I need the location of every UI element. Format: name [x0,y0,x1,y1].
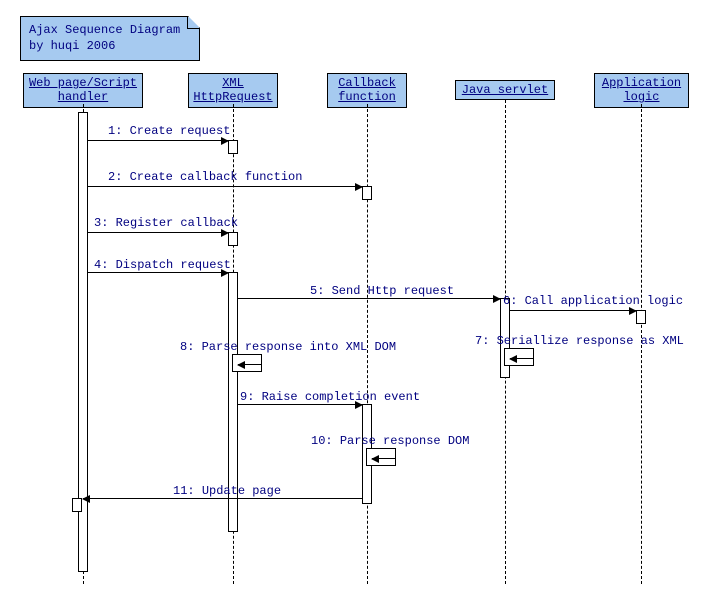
msg-5-arrow [238,298,500,299]
activation-applogic-6 [636,310,646,324]
msg-3-text: Register callback [116,216,238,230]
msg-11-n: 11 [173,484,187,498]
msg-4-text: Dispatch request [116,258,231,272]
participant-xhr-l1: XML [222,76,244,90]
msg-8-n: 8 [180,340,187,354]
participant-webpage: Web page/Script handler [23,73,143,108]
msg-2-label: 2: Create callback function [108,170,302,184]
participant-applogic-l1: Application [602,76,681,90]
participant-applogic-l2: logic [623,90,659,104]
activation-webpage-11 [72,498,82,512]
msg-2-text: Create callback function [130,170,303,184]
msg-7-label: 7: Seriallize response as XML [475,334,684,348]
participant-servlet-l1: Java servlet [462,83,548,97]
msg-9-n: 9 [240,390,247,404]
msg-3-n: 3 [94,216,101,230]
msg-10-n: 10 [311,434,325,448]
note-fold-icon [187,17,199,29]
participant-callback-l2: function [338,90,396,104]
msg-2-arrow [88,186,362,187]
diagram-title-note: Ajax Sequence Diagram by huqi 2006 [20,16,200,61]
msg-2-n: 2 [108,170,115,184]
msg-5-label: 5: Send Http request [310,284,454,298]
msg-1-n: 1 [108,124,115,138]
msg-6-n: 6 [503,294,510,308]
participant-servlet: Java servlet [455,80,555,100]
activation-xhr-1 [228,140,238,154]
msg-9-arrow [238,404,362,405]
msg-3-arrow [88,232,228,233]
participant-webpage-l2: handler [58,90,108,104]
msg-11-label: 11: Update page [173,484,281,498]
msg-10-arrow [372,458,396,459]
activation-xhr-3 [228,232,238,246]
msg-4-arrow [88,272,228,273]
msg-1-label: 1: Create request [108,124,230,138]
msg-11-text: Update page [202,484,281,498]
msg-5-n: 5 [310,284,317,298]
msg-3-label: 3: Register callback [94,216,238,230]
msg-6-label: 6: Call application logic [503,294,683,308]
participant-callback: Callback function [327,73,407,108]
msg-7-text: Seriallize response as XML [497,334,684,348]
note-line1: Ajax Sequence Diagram [29,23,180,37]
msg-9-label: 9: Raise completion event [240,390,420,404]
msg-11-arrow [83,498,362,499]
msg-6-arrow [510,310,636,311]
participant-xhr-l2: HttpRequest [193,90,272,104]
participant-callback-l1: Callback [338,76,396,90]
msg-4-n: 4 [94,258,101,272]
msg-1-arrow [88,140,228,141]
participant-xhr: XML HttpRequest [188,73,278,108]
msg-7-arrow [510,358,534,359]
participant-applogic: Application logic [594,73,689,108]
msg-1-text: Create request [130,124,231,138]
msg-6-text: Call application logic [525,294,683,308]
msg-10-text: Parse response DOM [340,434,470,448]
msg-8-text: Parse response into XML DOM [202,340,396,354]
msg-8-label: 8: Parse response into XML DOM [180,340,396,354]
msg-5-text: Send Http request [332,284,454,298]
msg-9-text: Raise completion event [262,390,420,404]
msg-8-arrow [238,364,262,365]
participant-webpage-l1: Web page/Script [29,76,137,90]
msg-4-label: 4: Dispatch request [94,258,231,272]
msg-7-n: 7 [475,334,482,348]
note-line2: by huqi 2006 [29,39,115,53]
activation-callback-2 [362,186,372,200]
msg-10-label: 10: Parse response DOM [311,434,469,448]
